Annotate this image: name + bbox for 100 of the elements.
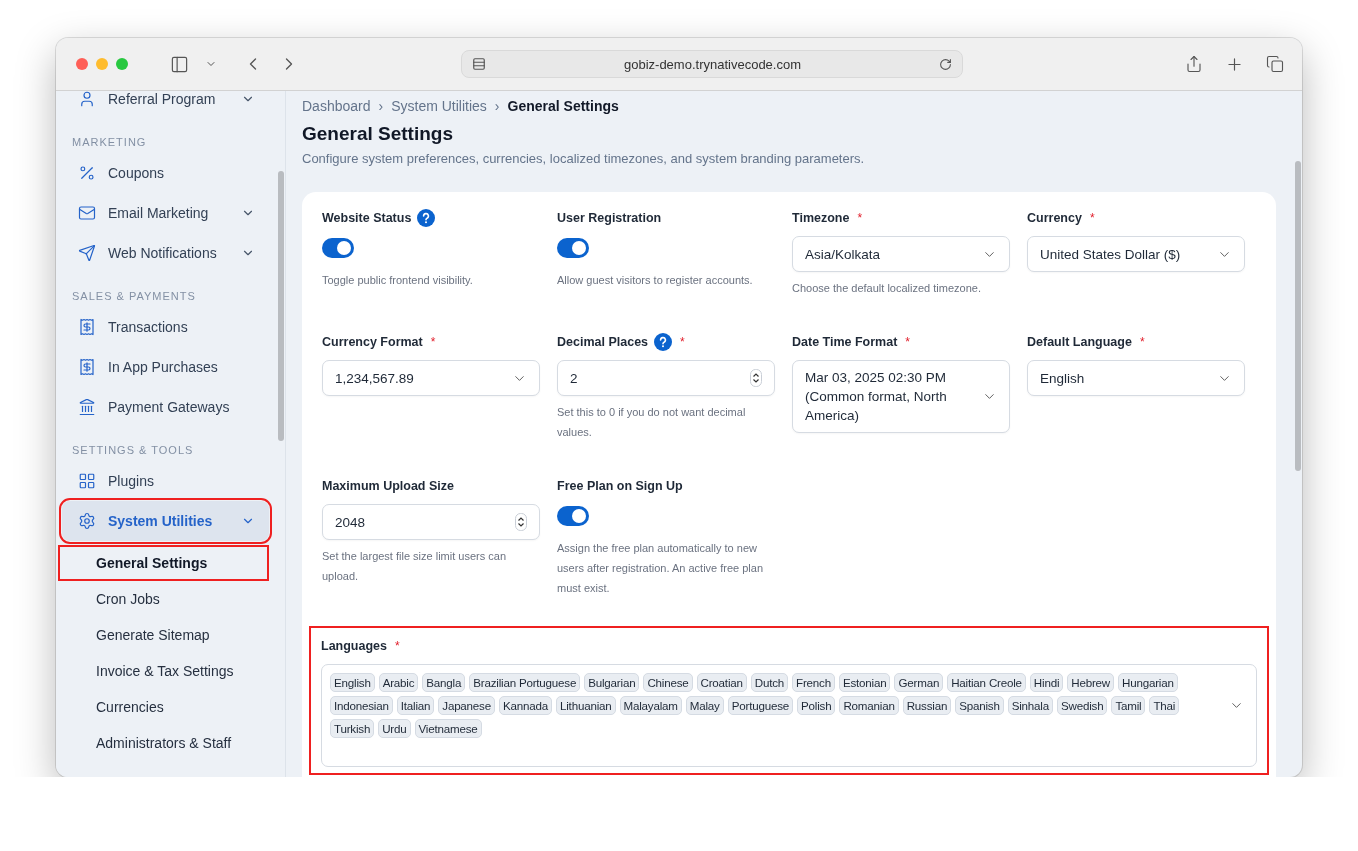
required-mark: *: [1089, 211, 1095, 225]
breadcrumb-link[interactable]: Dashboard: [302, 98, 371, 114]
field-hint: Set the largest file size limit users can upload.: [322, 549, 508, 584]
nav-item[interactable]: Payment Gateways: [62, 387, 269, 427]
nav-item[interactable]: In App Purchases: [62, 347, 269, 387]
nav-subitem[interactable]: General Settings: [58, 545, 269, 581]
language-tag[interactable]: Polish: [797, 696, 836, 715]
nav-subitem[interactable]: Invoice & Tax Settings: [58, 653, 269, 689]
language-tag[interactable]: Estonian: [838, 673, 891, 692]
language-tag[interactable]: Hebrew: [1067, 673, 1114, 692]
scrollbar-thumb[interactable]: [1295, 161, 1301, 471]
language-tag[interactable]: Chinese: [643, 673, 693, 692]
toggle-switch[interactable]: [557, 506, 589, 526]
language-tag[interactable]: Arabic: [378, 673, 419, 692]
language-tag[interactable]: Dutch: [750, 673, 789, 692]
section-heading: MARKETING: [71, 135, 148, 150]
nav-icon: [78, 398, 96, 416]
nav-item[interactable]: Coupons: [62, 153, 269, 193]
language-tag[interactable]: Haitian Creole: [947, 673, 1026, 692]
nav-item[interactable]: Email Marketing: [62, 193, 269, 233]
required-mark: *: [857, 211, 863, 225]
nav-item[interactable]: Plugins: [62, 461, 269, 501]
nav-subitem[interactable]: Generate Sitemap: [58, 617, 269, 653]
language-tag[interactable]: Bangla: [422, 673, 466, 692]
language-tag[interactable]: Kannada: [498, 696, 552, 715]
field-label: Languages: [321, 639, 387, 653]
field-label: Free Plan on Sign Up: [557, 479, 683, 493]
language-tag[interactable]: Indonesian: [330, 696, 393, 715]
field-hint: Allow guest visitors to register accounts.: [557, 273, 754, 288]
select-field[interactable]: 1,234,567.89: [322, 360, 540, 396]
language-tag[interactable]: Brazilian Portuguese: [469, 673, 581, 692]
language-tag[interactable]: Japanese: [438, 696, 495, 715]
nav-item[interactable]: Transactions: [62, 307, 269, 347]
number-field[interactable]: 2: [557, 360, 775, 396]
page-icon: [470, 55, 488, 73]
field-label: User Registration: [557, 211, 662, 225]
required-mark: *: [430, 335, 436, 349]
page-title: General Settings: [302, 123, 454, 145]
scrollbar-thumb[interactable]: [278, 171, 284, 441]
language-tag[interactable]: Urdu: [378, 719, 411, 738]
language-tag[interactable]: Vietnamese: [414, 719, 482, 738]
nav-icon: [78, 358, 96, 376]
nav-subitem[interactable]: Administrators & Staff: [58, 725, 269, 761]
language-tag[interactable]: Lithuanian: [556, 696, 616, 715]
language-tag[interactable]: English: [330, 673, 375, 692]
language-tag[interactable]: German: [894, 673, 944, 692]
language-tag[interactable]: Malayalam: [619, 696, 682, 715]
select-field[interactable]: United States Dollar ($): [1027, 236, 1245, 272]
nav-icon: [78, 472, 96, 490]
nav-icon: [78, 164, 96, 182]
help-icon[interactable]: [654, 333, 673, 351]
field-label: Timezone: [792, 211, 850, 225]
number-field[interactable]: 2048: [322, 504, 540, 540]
stepper-icon[interactable]: [750, 369, 762, 387]
language-tag[interactable]: Romanian: [839, 696, 899, 715]
breadcrumb-separator: ›: [378, 98, 384, 114]
required-mark: *: [905, 335, 911, 349]
language-tag[interactable]: Turkish: [330, 719, 375, 738]
field-label: Decimal Places: [557, 335, 649, 349]
language-tag[interactable]: Croatian: [696, 673, 747, 692]
language-tag[interactable]: Malay: [685, 696, 724, 715]
nav-item[interactable]: System Utilities: [62, 501, 269, 541]
language-tag[interactable]: Hindi: [1029, 673, 1064, 692]
multi-select-field[interactable]: [321, 664, 1257, 767]
nav-icon: [78, 91, 96, 108]
toggle-switch[interactable]: [322, 238, 354, 258]
language-tag[interactable]: Bulgarian: [584, 673, 640, 692]
language-tag[interactable]: Spanish: [955, 696, 1004, 715]
select-field[interactable]: English: [1027, 360, 1245, 396]
page-description: Configure system preferences, currencies, localized timezones, and system branding parameters.: [302, 151, 866, 166]
field-label: Date Time Format: [792, 335, 898, 349]
language-tag[interactable]: Italian: [396, 696, 435, 715]
language-tag[interactable]: Portuguese: [727, 696, 794, 715]
required-mark: *: [395, 639, 400, 653]
field-label: Maximum Upload Size: [322, 479, 454, 493]
language-tag[interactable]: French: [792, 673, 835, 692]
close-button[interactable]: [76, 58, 88, 70]
breadcrumb-separator: ›: [494, 98, 500, 114]
field-label: Website Status: [322, 211, 412, 225]
language-tag[interactable]: Tamil: [1111, 696, 1146, 715]
language-tag[interactable]: Thai: [1149, 696, 1180, 715]
required-mark: *: [680, 335, 685, 349]
breadcrumb-link[interactable]: System Utilities: [391, 98, 487, 114]
nav-subitem[interactable]: Cron Jobs: [58, 581, 269, 617]
nav-item[interactable]: Referral Program: [62, 91, 269, 119]
toggle-switch[interactable]: [557, 238, 589, 258]
language-tag[interactable]: Russian: [902, 696, 952, 715]
language-tag[interactable]: Swedish: [1056, 696, 1108, 715]
language-tag[interactable]: Hungarian: [1118, 673, 1178, 692]
nav-icon: [78, 204, 96, 222]
select-field[interactable]: Asia/Kolkata: [792, 236, 1010, 272]
breadcrumb-current: General Settings: [507, 98, 619, 114]
nav-item[interactable]: Web Notifications: [62, 233, 269, 273]
section-heading: SALES & PAYMENTS: [71, 289, 197, 304]
select-field[interactable]: Mar 03, 2025 02:30 PM (Common format, North America): [792, 360, 1010, 433]
stepper-icon[interactable]: [515, 513, 527, 531]
help-icon[interactable]: [417, 209, 436, 227]
nav-subitem[interactable]: Currencies: [58, 689, 269, 725]
language-tag[interactable]: Sinhala: [1007, 696, 1053, 715]
address-bar[interactable]: gobiz-demo.trynativecode.com: [461, 50, 963, 78]
